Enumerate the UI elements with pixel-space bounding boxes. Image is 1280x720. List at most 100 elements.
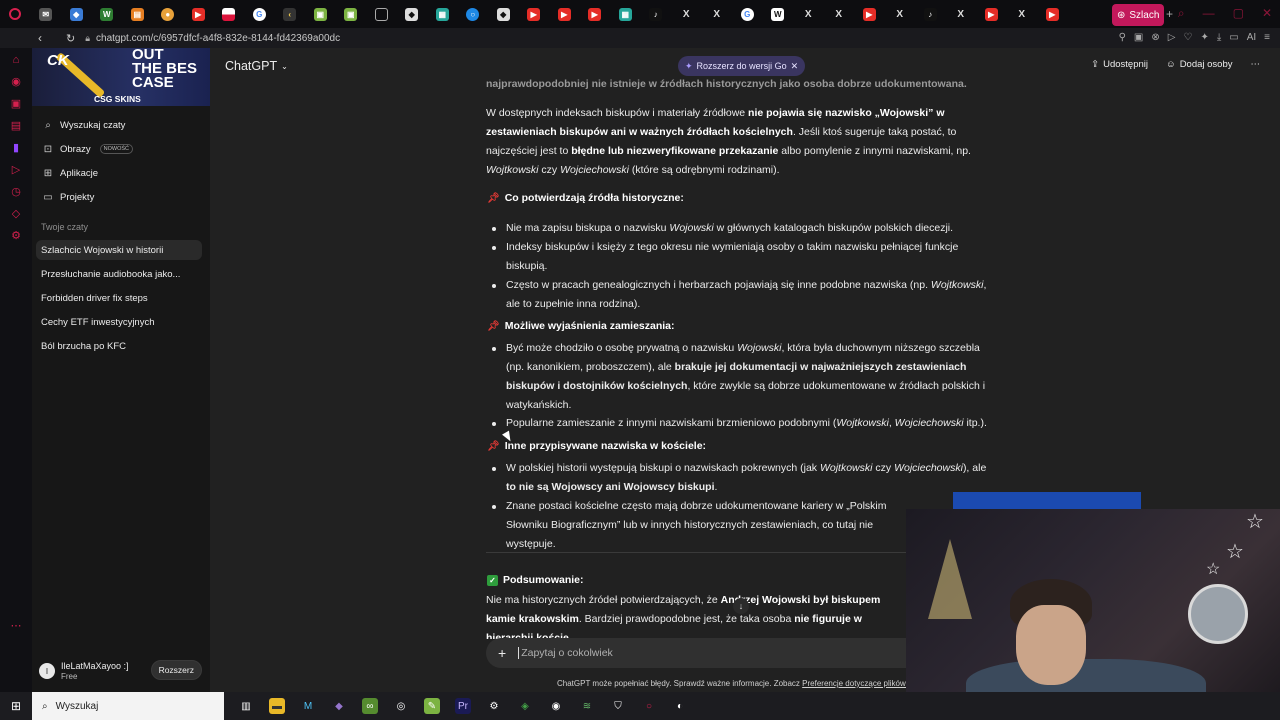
tab-x3-icon[interactable]: X [793,0,824,28]
user-profile[interactable]: I IleLatMaXayoo :] Free Rozszerz [36,656,206,686]
upgrade-button[interactable]: Rozszerz [150,660,202,680]
tab-page-icon[interactable] [366,0,397,28]
tab-google-icon[interactable]: G [244,0,275,28]
extension-icon[interactable]: ⊗ [1151,32,1159,43]
search-tabs-icon[interactable]: ⌕ [1178,6,1185,21]
more-options-icon[interactable]: ⋯ [1251,59,1261,70]
menu-icon[interactable]: ≡ [1264,32,1270,43]
app-globe-icon[interactable]: ◉ [548,698,564,714]
heart-icon[interactable]: ♡ [1183,32,1192,43]
sidebar-home-icon[interactable]: ⌂ [13,54,20,66]
close-window-icon[interactable]: ✕ [1262,6,1272,21]
app-layers-icon[interactable]: ≋ [579,698,595,714]
settings-icon[interactable]: ⚙ [486,698,502,714]
tab-cube-icon[interactable]: ◆ [61,0,92,28]
tab-image2-icon[interactable]: ▣ [336,0,367,28]
chat-item[interactable]: Forbidden driver fix steps [36,288,202,308]
url-text[interactable]: chatgpt.com/c/6957dfcf-a4f8-832e-8144-fd… [96,33,340,44]
tab-tiktok-icon[interactable]: ♪ [641,0,672,28]
premiere-icon[interactable]: Pr [455,698,471,714]
puzzle-icon[interactable]: ✦ [1200,32,1208,43]
steam-icon[interactable]: ◎ [393,698,409,714]
tab-youtube5-icon[interactable]: ▶ [976,0,1007,28]
sidebar-more-icon[interactable]: ⋯ [11,619,22,632]
tab-x5-icon[interactable]: X [885,0,916,28]
app-notepad-icon[interactable]: ✎ [424,698,440,714]
opera-logo-icon[interactable] [0,0,31,28]
share-button[interactable]: ⇪ Udostępnij [1091,59,1148,70]
app-crystal-icon[interactable]: ◆ [331,698,347,714]
tab-x4-icon[interactable]: X [824,0,855,28]
model-selector[interactable]: ChatGPT ⌄ [225,59,288,73]
composer-input[interactable]: Zapytaj o cokolwiek [518,647,613,659]
ai-label[interactable]: AI [1247,32,1256,43]
sidebar-item-search[interactable]: ⌕ Wyszukaj czaty [40,115,200,135]
sidebar-player-icon[interactable]: ▷ [12,163,20,176]
pin-icon[interactable]: ⚲ [1119,32,1126,43]
play-icon[interactable]: ▷ [1168,32,1176,43]
tab-youtube6-icon[interactable]: ▶ [1037,0,1068,28]
task-view-icon[interactable]: ▥ [238,698,254,714]
maximize-icon[interactable]: ▢ [1233,6,1244,21]
tab-x-icon[interactable]: X [671,0,702,28]
scroll-down-button[interactable]: ↓ [733,598,749,614]
tab-youtube3-icon[interactable]: ▶ [580,0,611,28]
sidebar-twitch-icon[interactable]: ▮ [13,141,19,154]
sidebar-settings-icon[interactable]: ⚙ [11,229,21,242]
opera-taskbar-icon[interactable]: ○ [641,698,657,714]
tab-youtube2-icon[interactable]: ▶ [549,0,580,28]
download-icon[interactable]: ⤓ [1217,32,1221,43]
windows-start-icon[interactable]: ⊞ [0,692,32,720]
screenshot-icon[interactable]: ▣ [1134,32,1143,43]
sidebar-item-images[interactable]: ⊡ Obrazy NOWOŚĆ [40,139,200,159]
back-icon[interactable]: ‹ [38,31,42,45]
wallet-icon[interactable]: ▭ [1229,32,1238,43]
tab-wiki-icon[interactable]: W [763,0,794,28]
app-green-icon[interactable]: ◈ [517,698,533,714]
taskbar-search[interactable]: ⌕ Wyszukaj [32,692,224,720]
tab-diamond-icon[interactable]: ◆ [397,0,428,28]
tab-tiktok2-icon[interactable]: ♪ [915,0,946,28]
tab-image-icon[interactable]: ▣ [305,0,336,28]
sidebar-item-apps[interactable]: ⊞ Aplikacje [40,163,200,183]
reload-icon[interactable]: ↻ [66,32,75,45]
tab-x7-icon[interactable]: X [1007,0,1038,28]
app-ring-icon[interactable]: ◐ [672,698,688,714]
tab-flag-icon[interactable] [214,0,245,28]
tab-x2-icon[interactable]: X [702,0,733,28]
add-people-button[interactable]: ☺ Dodaj osoby [1166,59,1233,70]
tab-x6-icon[interactable]: X [946,0,977,28]
app-glasses-icon[interactable]: ∞ [362,698,378,714]
sidebar-item-projects[interactable]: ▭ Projekty [40,187,200,207]
file-explorer-icon[interactable]: ▬ [269,698,285,714]
sidebar-pinboard-icon[interactable]: ◇ [12,207,20,220]
tab-youtube-icon[interactable]: ▶ [519,0,550,28]
chat-item[interactable]: Szlachcic Wojowski w historii [36,240,202,260]
tab-doc-icon[interactable]: ▤ [122,0,153,28]
sidebar-chat-icon[interactable]: ▣ [11,97,21,110]
tab-youtube-audio-icon[interactable]: ▶ [183,0,214,28]
chat-item[interactable]: Ból brzucha po KFC [36,336,202,356]
tab-youtube4-icon[interactable]: ▶ [854,0,885,28]
upgrade-go-pill[interactable]: ✦ Rozszerz do wersji Go ✕ [678,56,806,76]
plus-icon[interactable]: + [498,645,506,661]
active-tab[interactable]: ⊛ Szlach [1112,4,1164,26]
new-tab-icon[interactable]: + [1166,7,1173,21]
tab-arrow-icon[interactable]: ‹ [275,0,306,28]
chat-item[interactable]: Cechy ETF inwestycyjnych [36,312,202,332]
tab-diamond2-icon[interactable]: ◆ [488,0,519,28]
close-icon[interactable]: ✕ [791,61,799,72]
app-m-icon[interactable]: M [300,698,316,714]
tab-w-icon[interactable]: W [92,0,123,28]
tab-green2-icon[interactable]: ▦ [610,0,641,28]
minimize-icon[interactable]: — [1203,6,1215,21]
sidebar-history-icon[interactable]: ◷ [11,185,21,198]
tab-google2-icon[interactable]: G [732,0,763,28]
tab-blue-circle-icon[interactable]: ○ [458,0,489,28]
tab-green-icon[interactable]: ▦ [427,0,458,28]
app-shield-icon[interactable]: ⛉ [610,698,626,714]
sidebar-music-icon[interactable]: ▤ [11,119,21,132]
chat-item[interactable]: Przesłuchanie audiobooka jako... [36,264,202,284]
sidebar-messenger-icon[interactable]: ◉ [11,75,21,88]
tab-coin-icon[interactable]: ● [153,0,184,28]
